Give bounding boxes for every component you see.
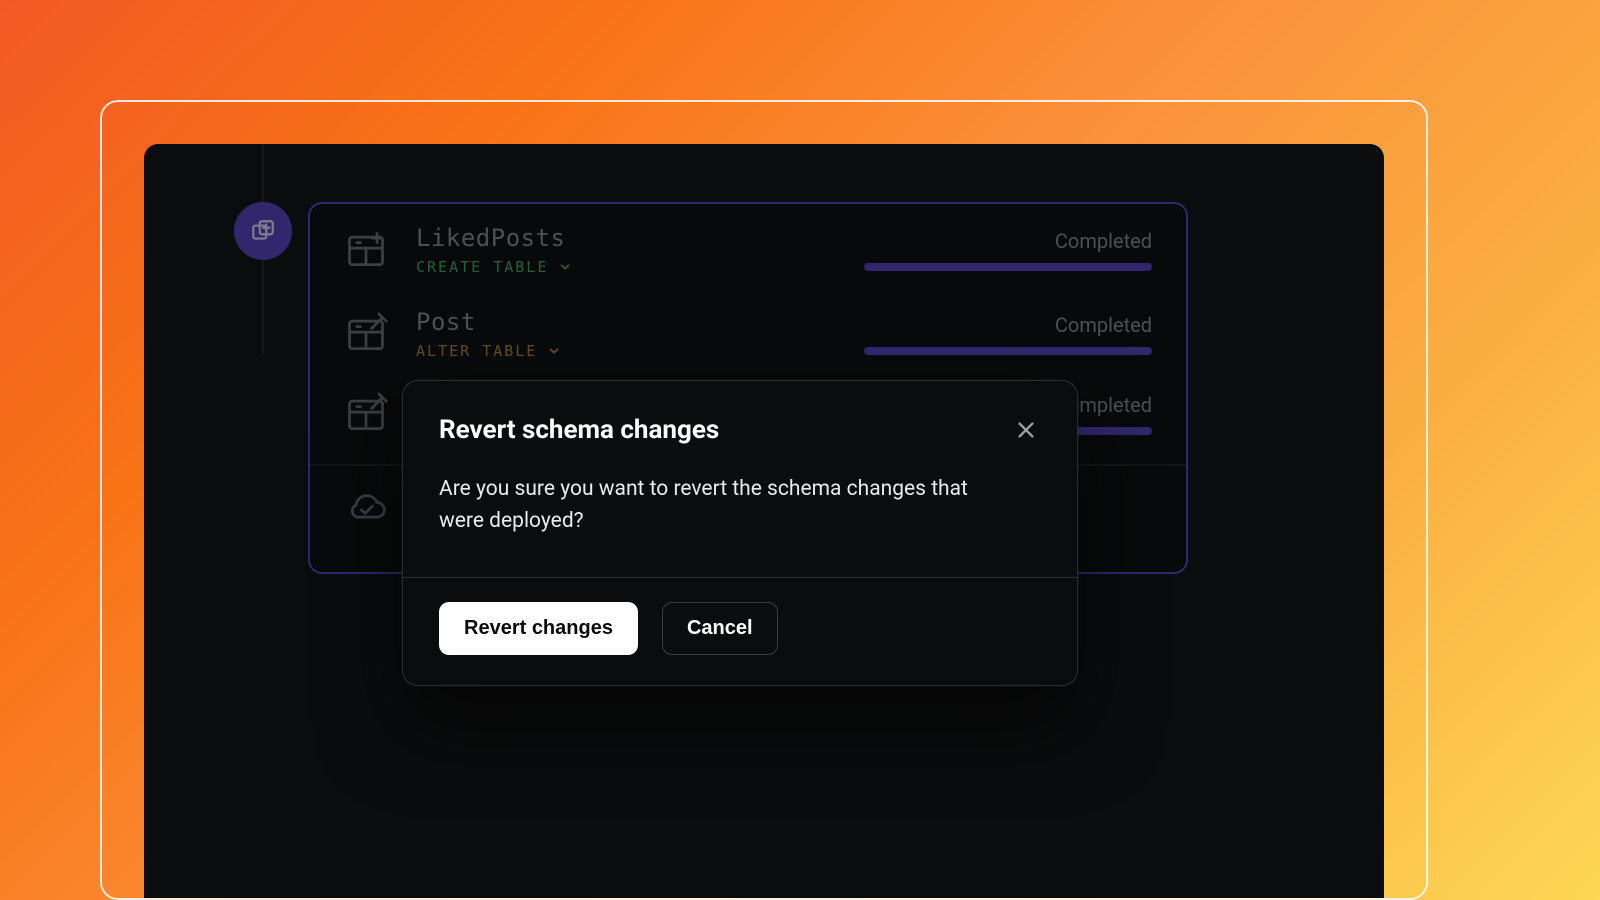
migration-row[interactable]: LikedPosts CREATE TABLE Completed: [310, 204, 1186, 296]
cloud-check-icon: [344, 488, 388, 528]
modal-body: Are you sure you want to revert the sche…: [403, 448, 1023, 577]
migration-operation[interactable]: ALTER TABLE: [416, 342, 836, 360]
table-edit-icon: [344, 312, 388, 356]
migration-operation-label: ALTER TABLE: [416, 342, 537, 360]
chevron-down-icon: [547, 344, 561, 358]
migration-operation[interactable]: CREATE TABLE: [416, 258, 836, 276]
cancel-button[interactable]: Cancel: [662, 602, 778, 655]
close-button[interactable]: [1011, 415, 1041, 448]
migration-operation-label: CREATE TABLE: [416, 258, 548, 276]
migration-status: Completed: [1055, 313, 1152, 337]
modal-actions: Revert changes Cancel: [403, 578, 1077, 685]
app-surface: LikedPosts CREATE TABLE Completed: [144, 144, 1384, 898]
migration-status: Completed: [1055, 229, 1152, 253]
migration-row[interactable]: Post ALTER TABLE Completed: [310, 296, 1186, 380]
timeline-badge: [234, 202, 292, 260]
schema-icon: [250, 218, 276, 244]
modal-title: Revert schema changes: [439, 415, 719, 445]
chevron-down-icon: [558, 260, 572, 274]
gradient-background: LikedPosts CREATE TABLE Completed: [0, 0, 1600, 900]
progress-bar: [864, 263, 1152, 271]
revert-changes-button[interactable]: Revert changes: [439, 602, 638, 655]
window-frame: LikedPosts CREATE TABLE Completed: [100, 100, 1428, 900]
revert-schema-modal: Revert schema changes Are you sure you w…: [402, 380, 1078, 686]
table-create-icon: [344, 228, 388, 272]
table-edit-icon: [344, 392, 388, 436]
close-icon: [1015, 419, 1037, 441]
migration-title: Post: [416, 308, 836, 336]
migration-title: LikedPosts: [416, 224, 836, 252]
progress-bar: [864, 347, 1152, 355]
